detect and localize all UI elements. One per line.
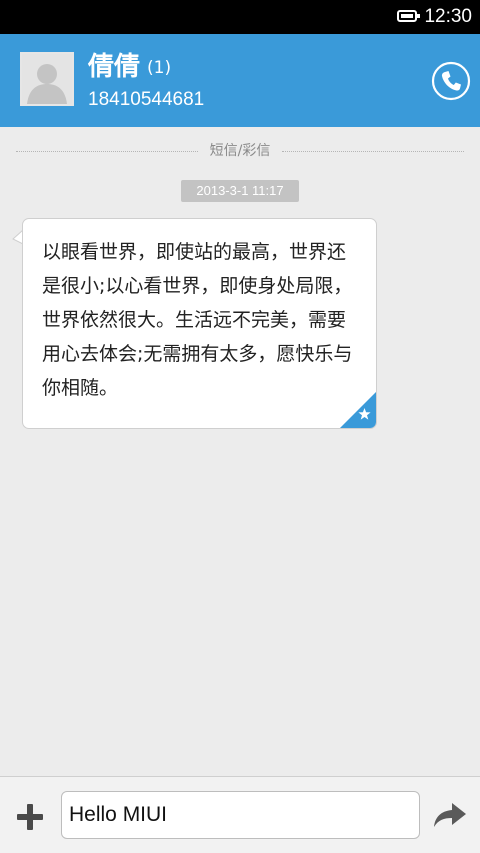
status-time: 12:30 <box>424 6 472 27</box>
default-avatar-icon <box>22 54 72 104</box>
send-button[interactable] <box>432 801 468 831</box>
phone-icon <box>431 61 471 101</box>
composer-bar <box>0 776 480 853</box>
plus-icon <box>17 804 43 830</box>
battery-icon <box>397 10 420 22</box>
message-timestamp: 2013-3-1 11:17 <box>181 180 299 202</box>
message-input[interactable] <box>61 791 420 839</box>
status-bar: 12:30 <box>0 0 480 34</box>
contact-avatar[interactable] <box>20 52 74 106</box>
conversation-header: 倩倩 (1) 18410544681 <box>0 34 480 127</box>
incoming-message-bubble[interactable]: 以眼看世界，即使站的最高，世界还是很小;以心看世界，即使身处局限，世界依然很大。… <box>22 218 377 429</box>
contact-name: 倩倩 <box>88 52 141 82</box>
message-type-divider: 短信/彩信 <box>16 142 464 160</box>
contact-phone-number: 18410544681 <box>88 89 205 110</box>
send-arrow-icon <box>434 803 466 827</box>
message-text: 以眼看世界，即使站的最高，世界还是很小;以心看世界，即使身处局限，世界依然很大。… <box>42 241 353 399</box>
star-icon[interactable] <box>340 392 376 428</box>
call-button[interactable] <box>431 61 471 101</box>
unread-count: (1) <box>147 58 172 78</box>
divider-line-right <box>282 151 464 152</box>
add-attachment-button[interactable] <box>14 801 46 833</box>
